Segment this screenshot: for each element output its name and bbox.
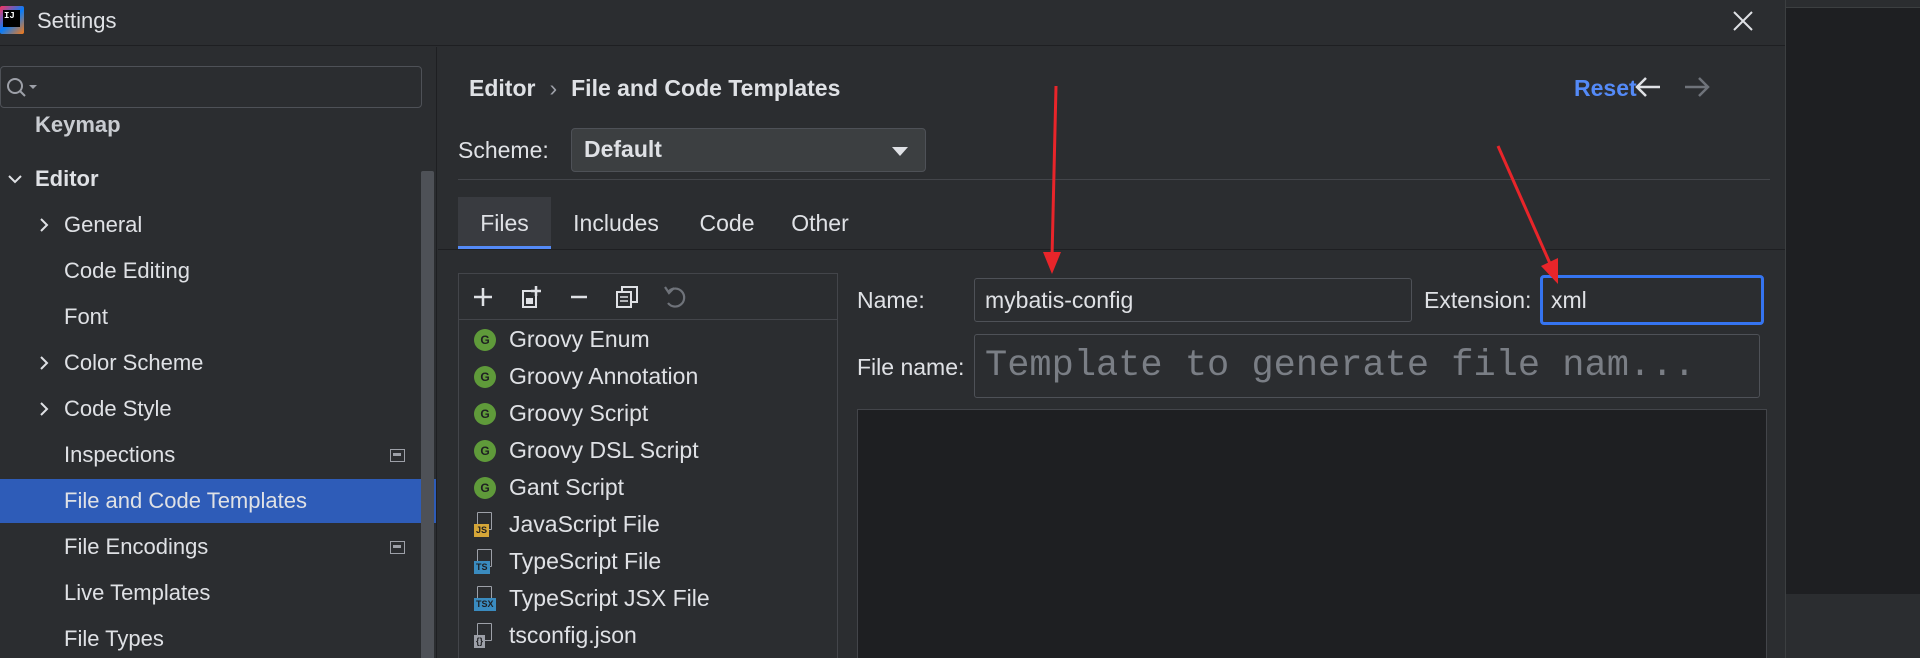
extension-input[interactable] — [1540, 275, 1764, 325]
javascript-file-icon: JS — [474, 512, 498, 538]
list-item[interactable]: G Groovy Annotation — [459, 359, 837, 395]
back-button[interactable] — [1634, 75, 1662, 104]
list-item[interactable]: JS JavaScript File — [459, 507, 837, 543]
list-item[interactable]: {} tsconfig.json — [459, 618, 837, 654]
add-file-icon — [522, 286, 541, 308]
sidebar-item-code-style[interactable]: Code Style — [0, 387, 436, 431]
sidebar-scrollbar[interactable] — [421, 171, 434, 658]
plus-icon — [474, 288, 492, 306]
project-scope-icon — [390, 449, 405, 462]
list-item[interactable]: G Groovy Script — [459, 396, 837, 432]
intellij-logo-icon: IJ — [0, 6, 24, 34]
sidebar-item-font[interactable]: Font — [0, 295, 436, 339]
copy-icon — [616, 286, 638, 308]
chevron-right-icon — [40, 218, 49, 232]
copy-template-button[interactable] — [613, 283, 641, 311]
chevron-down-icon — [8, 175, 22, 184]
title-bar: IJ Settings — [0, 0, 1785, 46]
list-item[interactable]: G Gant Script — [459, 470, 837, 506]
undo-icon — [664, 286, 686, 308]
settings-content: Editor › File and Code Templates Reset Sch… — [438, 47, 1785, 658]
typescript-file-icon: TS — [474, 549, 498, 575]
list-item[interactable]: TS TypeScript File — [459, 544, 837, 580]
scheme-value: Default — [584, 136, 662, 162]
add-template-button[interactable] — [469, 283, 497, 311]
sidebar-item-code-editing[interactable]: Code Editing — [0, 249, 436, 293]
json-file-icon: {} — [474, 623, 498, 649]
list-item[interactable]: G Groovy Enum — [459, 322, 837, 358]
template-name-input[interactable] — [974, 278, 1412, 322]
sidebar-item-general[interactable]: General — [0, 203, 436, 247]
extension-label: Extension: — [1424, 287, 1532, 313]
template-editor[interactable] — [857, 409, 1767, 658]
tab-code[interactable]: Code — [681, 197, 773, 249]
groovy-icon: G — [474, 477, 496, 499]
background-window — [1785, 0, 1920, 658]
arrow-right-icon — [1685, 77, 1710, 97]
tab-files[interactable]: Files — [458, 197, 551, 249]
remove-template-button[interactable] — [565, 283, 593, 311]
scheme-label: Scheme: — [458, 137, 549, 163]
close-icon — [1733, 11, 1753, 31]
name-label: Name: — [857, 287, 925, 313]
sidebar-item-keymap[interactable]: Keymap — [0, 110, 436, 140]
template-list: G Groovy Enum G Groovy Annotation G Groo… — [458, 273, 838, 658]
window-title: Settings — [37, 8, 117, 33]
divider — [438, 249, 1785, 250]
groovy-icon: G — [474, 440, 496, 462]
tab-includes[interactable]: Includes — [551, 197, 681, 249]
arrow-left-icon — [1635, 77, 1660, 97]
sidebar-item-live-templates[interactable]: Live Templates — [0, 571, 436, 615]
reset-template-button[interactable] — [661, 283, 689, 311]
sidebar-item-color-scheme[interactable]: Color Scheme — [0, 341, 436, 385]
sidebar-item-file-types[interactable]: File Types — [0, 617, 436, 658]
forward-button[interactable] — [1683, 75, 1711, 104]
groovy-icon: G — [474, 329, 496, 351]
groovy-icon: G — [474, 403, 496, 425]
sidebar-item-inspections[interactable]: Inspections — [0, 433, 436, 477]
sidebar-item-file-encodings[interactable]: File Encodings — [0, 525, 436, 569]
scheme-dropdown[interactable]: Default — [571, 128, 926, 172]
list-item[interactable]: G Groovy DSL Script — [459, 433, 837, 469]
template-toolbar — [459, 274, 837, 320]
breadcrumb-current: File and Code Templates — [571, 75, 841, 101]
close-button[interactable] — [1728, 4, 1758, 38]
sidebar-item-editor[interactable]: Editor — [0, 157, 436, 201]
sidebar-item-file-and-code-templates[interactable]: File and Code Templates — [0, 479, 436, 523]
minus-icon — [571, 295, 587, 299]
file-name-label: File name: — [857, 354, 965, 380]
search-input[interactable] — [0, 66, 422, 108]
list-item[interactable]: TSX TypeScript JSX File — [459, 581, 837, 617]
settings-sidebar: Keymap Editor General Code Editing Font … — [0, 47, 437, 658]
search-icon — [7, 78, 37, 97]
groovy-icon: G — [474, 366, 496, 388]
breadcrumb: Editor › File and Code Templates — [469, 75, 841, 101]
create-child-template-button[interactable] — [517, 283, 545, 311]
tsx-file-icon: TSX — [474, 586, 498, 612]
project-scope-icon — [390, 541, 405, 554]
tab-other[interactable]: Other — [773, 197, 867, 249]
reset-link[interactable]: Reset — [1574, 75, 1637, 102]
dropdown-arrow-icon — [892, 147, 908, 156]
chevron-right-icon — [40, 356, 49, 370]
divider — [458, 179, 1770, 180]
breadcrumb-editor[interactable]: Editor — [469, 75, 535, 101]
file-name-input[interactable] — [974, 334, 1760, 398]
chevron-right-icon — [40, 402, 49, 416]
